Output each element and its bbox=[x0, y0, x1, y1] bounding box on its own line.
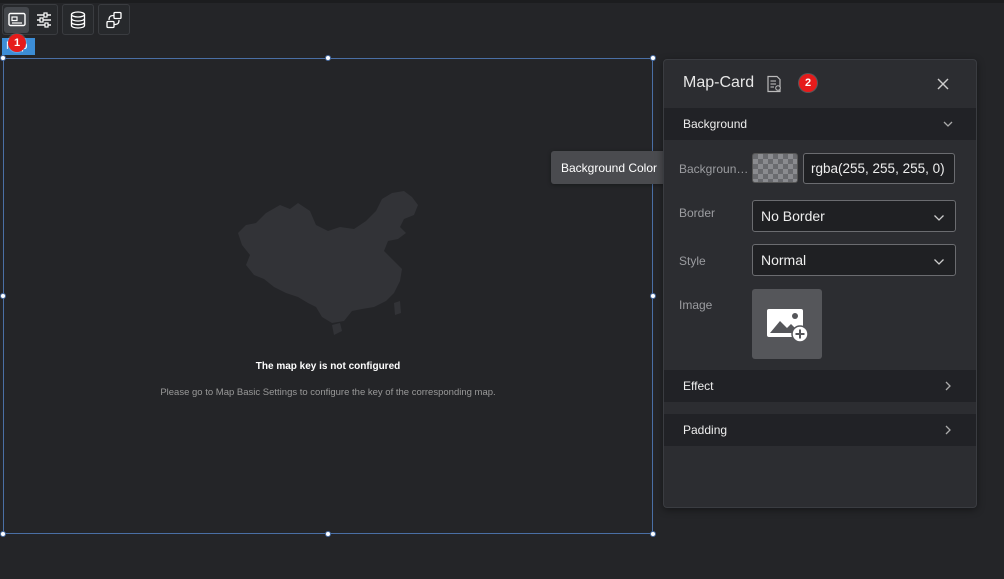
map-message-title: The map key is not configured bbox=[255, 361, 401, 372]
border-label: Border bbox=[679, 206, 716, 220]
toolbar-group-style bbox=[2, 4, 58, 35]
document-help-icon[interactable] bbox=[766, 75, 782, 93]
background-color-swatch[interactable] bbox=[752, 153, 798, 183]
chevron-down-icon bbox=[934, 215, 944, 221]
background-color-input[interactable] bbox=[803, 153, 955, 184]
settings-button[interactable] bbox=[31, 7, 56, 33]
add-image-icon bbox=[767, 309, 809, 343]
section-background[interactable]: Background bbox=[664, 108, 976, 140]
interaction-button[interactable] bbox=[101, 7, 127, 33]
style-label: Style bbox=[679, 254, 706, 268]
section-background-label: Background bbox=[683, 117, 748, 131]
chevron-down-icon bbox=[934, 259, 944, 265]
section-effect[interactable]: Effect bbox=[664, 370, 976, 402]
resize-handle-right[interactable] bbox=[650, 293, 656, 299]
resize-handle-bottom-left[interactable] bbox=[0, 531, 6, 537]
step-badge-2: 2 bbox=[799, 74, 817, 92]
border-select[interactable]: No Border bbox=[752, 200, 956, 232]
section-effect-label: Effect bbox=[683, 379, 714, 393]
chevron-right-icon bbox=[945, 381, 951, 391]
section-padding-label: Padding bbox=[683, 423, 728, 437]
chevron-down-icon bbox=[943, 121, 953, 127]
style-select[interactable]: Normal bbox=[752, 244, 956, 276]
china-map-placeholder-icon bbox=[238, 191, 418, 335]
top-border bbox=[0, 0, 1004, 3]
toolbar-group-interaction bbox=[98, 4, 130, 35]
sliders-icon bbox=[36, 11, 51, 28]
close-icon bbox=[937, 78, 949, 90]
card-icon bbox=[7, 12, 26, 26]
link-exchange-icon bbox=[106, 11, 122, 28]
resize-handle-bottom[interactable] bbox=[325, 531, 331, 537]
data-button[interactable] bbox=[65, 7, 91, 33]
database-icon bbox=[70, 10, 86, 29]
resize-handle-top-right[interactable] bbox=[650, 55, 656, 61]
resize-handle-left[interactable] bbox=[0, 293, 6, 299]
image-label: Image bbox=[679, 298, 713, 312]
panel-title: Map-Card bbox=[683, 74, 755, 91]
chevron-right-icon bbox=[945, 425, 951, 435]
section-padding[interactable]: Padding bbox=[664, 414, 976, 446]
step-badge-1: 1 bbox=[8, 34, 26, 52]
resize-handle-top-left[interactable] bbox=[0, 55, 6, 61]
map-message-subtitle: Please go to Map Basic Settings to confi… bbox=[160, 387, 496, 398]
map-canvas[interactable]: The map key is not configured Please go … bbox=[3, 58, 653, 534]
card-style-button[interactable] bbox=[4, 6, 29, 33]
toolbar-group-data bbox=[62, 4, 94, 35]
background-label: Backgroun… bbox=[679, 162, 749, 176]
style-select-value: Normal bbox=[761, 252, 807, 268]
tooltip: Background Color bbox=[551, 151, 673, 184]
image-upload-button[interactable] bbox=[752, 289, 822, 359]
border-select-value: No Border bbox=[761, 208, 825, 224]
settings-panel: Map-Card 2 Background Backgroun… Border … bbox=[663, 59, 977, 508]
resize-handle-bottom-right[interactable] bbox=[650, 531, 656, 537]
close-button[interactable] bbox=[934, 75, 952, 93]
resize-handle-top[interactable] bbox=[325, 55, 331, 61]
